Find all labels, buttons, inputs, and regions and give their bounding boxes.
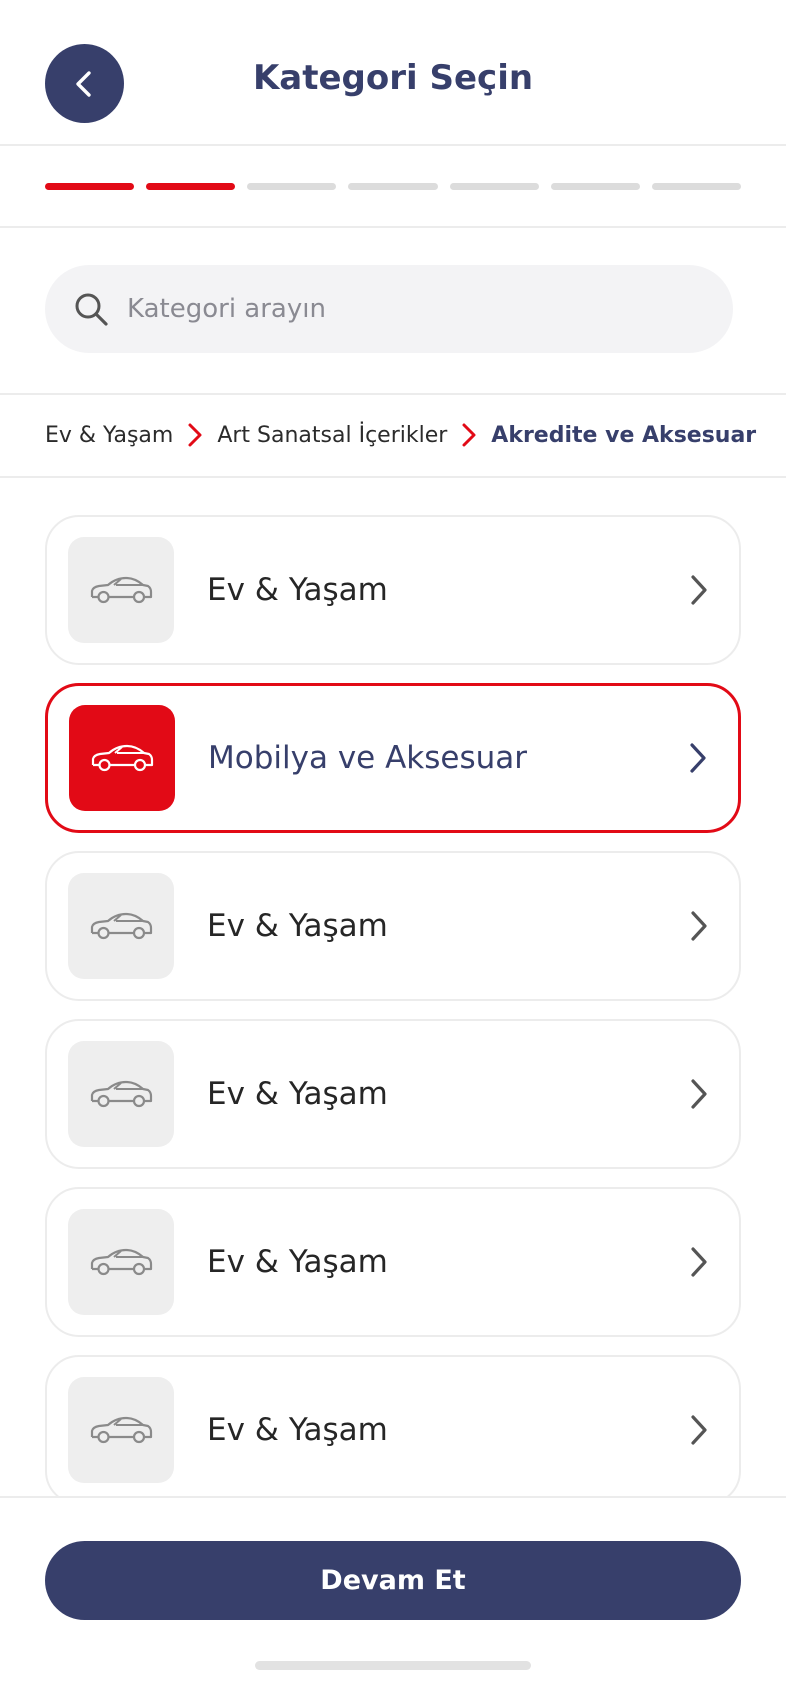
car-icon — [90, 1248, 153, 1276]
car-icon — [90, 576, 153, 604]
category-thumbnail — [68, 1041, 174, 1147]
breadcrumb-chevron-icon — [187, 422, 203, 448]
category-item[interactable]: Ev & Yaşam — [45, 1355, 741, 1505]
category-label: Ev & Yaşam — [207, 908, 388, 944]
breadcrumb-item[interactable]: Art Sanatsal İçerikler — [217, 423, 447, 448]
search-input[interactable] — [127, 294, 687, 324]
category-thumbnail — [68, 1377, 174, 1483]
category-label: Ev & Yaşam — [207, 1076, 388, 1112]
divider — [0, 476, 786, 478]
category-item[interactable]: Ev & Yaşam — [45, 851, 741, 1001]
progress-step — [449, 183, 539, 190]
category-thumbnail — [68, 873, 174, 979]
category-label: Ev & Yaşam — [207, 572, 388, 608]
header: Kategori Seçin — [0, 0, 786, 146]
divider — [0, 226, 786, 228]
breadcrumb-item-current[interactable]: Akredite ve Aksesuar — [491, 423, 756, 448]
screen: Kategori Seçin Ev & Yaşam Art Sanatsal İ… — [0, 0, 786, 1688]
category-item[interactable]: Ev & Yaşam — [45, 1187, 741, 1337]
chevron-right-icon — [689, 909, 709, 943]
breadcrumb-chevron-icon — [461, 422, 477, 448]
chevron-left-icon — [75, 70, 91, 97]
progress-step — [348, 183, 438, 190]
progress-step — [651, 183, 741, 190]
breadcrumb-item[interactable]: Ev & Yaşam — [45, 423, 173, 448]
car-icon — [90, 1416, 153, 1444]
category-label: Ev & Yaşam — [207, 1412, 388, 1448]
step-progress — [45, 183, 741, 193]
chevron-right-icon — [689, 1413, 709, 1447]
progress-step — [146, 183, 236, 190]
car-icon — [90, 912, 153, 940]
progress-step — [45, 183, 135, 190]
breadcrumb: Ev & Yaşam Art Sanatsal İçerikler Akredi… — [45, 394, 786, 476]
search-bar[interactable] — [45, 265, 733, 353]
category-label: Mobilya ve Aksesuar — [208, 740, 528, 776]
page-title: Kategori Seçin — [252, 58, 534, 98]
continue-button[interactable]: Devam Et — [45, 1541, 741, 1620]
chevron-right-icon — [689, 1245, 709, 1279]
chevron-right-icon — [689, 573, 709, 607]
category-thumbnail — [68, 1209, 174, 1315]
back-button[interactable] — [45, 44, 124, 123]
chevron-right-icon — [688, 741, 708, 775]
car-icon — [90, 1080, 153, 1108]
progress-step — [247, 183, 337, 190]
category-item[interactable]: Ev & Yaşam — [45, 1019, 741, 1169]
category-thumbnail — [69, 705, 175, 811]
bottom-bar: Devam Et — [0, 1496, 786, 1688]
category-thumbnail — [68, 537, 174, 643]
progress-step — [550, 183, 640, 190]
category-list: Ev & Yaşam Mobilya ve Aksesuar Ev & Yaşa… — [45, 515, 741, 1523]
car-icon — [91, 744, 154, 772]
home-indicator — [255, 1661, 531, 1670]
search-icon — [75, 293, 108, 326]
category-label: Ev & Yaşam — [207, 1244, 388, 1280]
chevron-right-icon — [689, 1077, 709, 1111]
category-item-selected[interactable]: Mobilya ve Aksesuar — [45, 683, 741, 833]
category-item[interactable]: Ev & Yaşam — [45, 515, 741, 665]
